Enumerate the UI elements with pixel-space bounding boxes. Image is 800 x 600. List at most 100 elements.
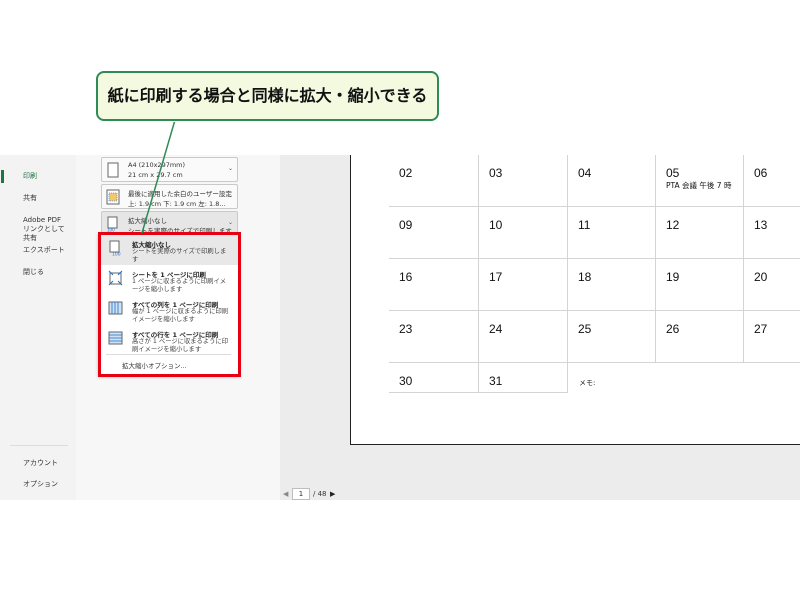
- page-number-input[interactable]: 1: [292, 488, 310, 500]
- calendar-cell: 11: [568, 207, 656, 259]
- chevron-down-icon: ⌄: [227, 219, 233, 226]
- scaling-option-no-scaling[interactable]: 100 拡大縮小なし シートを実際のサイズで印刷します: [98, 235, 239, 265]
- chevron-down-icon: ⌄: [227, 165, 233, 172]
- calendar-day-number: 13: [754, 218, 768, 232]
- calendar-cell: 02: [389, 155, 479, 207]
- nav-item-label: エクスポート: [23, 246, 65, 254]
- scaling-label: 拡大縮小なし: [128, 217, 167, 225]
- calendar-cell: 30: [389, 363, 479, 393]
- page-total: / 48: [313, 490, 327, 498]
- calendar-event-note: PTA 会議 午後 7 時: [666, 181, 732, 190]
- calendar-cell: 16: [389, 259, 479, 311]
- nav-item-print[interactable]: 印刷: [0, 170, 76, 183]
- nav-item-label: 印刷: [23, 172, 37, 180]
- scale-100-icon: 100: [107, 216, 118, 233]
- callout-box: 紙に印刷する場合と同様に拡大・縮小できる: [96, 71, 439, 121]
- calendar-day-number: 31: [489, 374, 503, 388]
- calendar-day-number: 10: [489, 218, 503, 232]
- callout-text: 紙に印刷する場合と同様に拡大・縮小できる: [107, 86, 428, 105]
- calendar-day-number: 23: [399, 322, 413, 336]
- calendar-cell: 06: [744, 155, 800, 207]
- calendar-day-number: 18: [578, 270, 592, 284]
- paper-size-detail: 21 cm x 29.7 cm: [128, 171, 183, 179]
- calendar-day-number: 26: [666, 322, 680, 336]
- calendar-cell: 18: [568, 259, 656, 311]
- calendar-cell: 12: [656, 207, 744, 259]
- svg-text:100: 100: [107, 228, 115, 233]
- calendar-cell: 24: [479, 311, 568, 363]
- svg-text:100: 100: [112, 252, 121, 257]
- backstage-nav: 印刷 共有 Adobe PDF リンクとして共有 エクスポート 閉じる アカウン…: [0, 155, 76, 500]
- calendar-day-number: 09: [399, 218, 413, 232]
- margins-label: 最後に適用した余白のユーザー設定: [128, 190, 232, 198]
- scaling-option-fit-rows[interactable]: すべての行を 1 ページに印刷 高さが 1 ページに収まるように印刷イメージを縮…: [98, 325, 239, 355]
- calendar-cell: 09: [389, 207, 479, 259]
- scale-100-icon: 100: [109, 240, 121, 257]
- preview-page: 02 03 04 05 PTA 会議 午後 7 時 06 09 10 11 12 13 16 17 18 1…: [350, 155, 800, 445]
- nav-item-share[interactable]: 共有: [0, 194, 76, 203]
- page-icon: [107, 162, 119, 178]
- calendar-cell: 13: [744, 207, 800, 259]
- paper-size-label: A4 (210x297mm): [128, 161, 186, 169]
- scaling-option-fit-columns[interactable]: すべての列を 1 ページに印刷 幅が 1 ページに収まるように印刷イメージを縮小…: [98, 295, 239, 325]
- option-description: シートを実際のサイズで印刷します: [132, 248, 227, 263]
- calendar-day-number: 30: [399, 374, 413, 388]
- calendar-day-number: 25: [578, 322, 592, 336]
- calendar-cell: 27: [744, 311, 800, 363]
- calendar-cell: 19: [656, 259, 744, 311]
- calendar-day-number: 06: [754, 166, 768, 180]
- calendar-cell: 17: [479, 259, 568, 311]
- margins-select[interactable]: 最後に適用した余白のユーザー設定 上: 1.9 cm 下: 1.9 cm 左: …: [101, 184, 238, 209]
- nav-item-label: Adobe PDF リンクとして共有: [23, 216, 65, 242]
- scaling-options-link[interactable]: 拡大縮小オプション...: [122, 360, 187, 370]
- scaling-option-fit-sheet[interactable]: シートを 1 ページに印刷 1 ページに収まるように印刷イメージを縮小します: [98, 265, 239, 295]
- nav-item-label: オプション: [23, 480, 58, 488]
- calendar-cell: 31: [479, 363, 568, 393]
- calendar-cell: 03: [479, 155, 568, 207]
- calendar-day-number: 03: [489, 166, 503, 180]
- margins-icon: [106, 189, 120, 205]
- nav-item-label: 閉じる: [23, 268, 44, 276]
- fit-columns-icon: [108, 301, 123, 315]
- nav-item-adobe-pdf-link[interactable]: Adobe PDF リンクとして共有: [0, 216, 70, 243]
- calendar-cell: 10: [479, 207, 568, 259]
- option-description: 高さが 1 ページに収まるように印刷イメージを縮小します: [132, 338, 229, 353]
- calendar-day-number: 20: [754, 270, 768, 284]
- scaling-dropdown-menu: 100 拡大縮小なし シートを実際のサイズで印刷します シートを 1 ページに印…: [98, 233, 239, 376]
- prev-arrow-icon[interactable]: ◀: [283, 490, 288, 498]
- nav-item-account[interactable]: アカウント: [0, 459, 76, 468]
- margins-detail: 上: 1.9 cm 下: 1.9 cm 左: 1.8...: [128, 200, 226, 208]
- option-description: 幅が 1 ページに収まるように印刷イメージを縮小します: [132, 308, 229, 323]
- nav-item-export[interactable]: エクスポート: [0, 246, 76, 255]
- calendar-day-number: 04: [578, 166, 592, 180]
- memo-label: メモ:: [579, 379, 596, 387]
- next-arrow-icon[interactable]: ▶: [330, 490, 335, 498]
- fit-rows-icon: [108, 331, 123, 345]
- nav-item-label: 共有: [23, 194, 37, 202]
- nav-item-options[interactable]: オプション: [0, 480, 76, 489]
- nav-item-close[interactable]: 閉じる: [0, 268, 76, 277]
- calendar-cell: 20: [744, 259, 800, 311]
- menu-divider: [106, 354, 231, 355]
- nav-divider: [10, 445, 68, 446]
- option-description: 1 ページに収まるように印刷イメージを縮小します: [132, 278, 227, 293]
- print-preview-area: 02 03 04 05 PTA 会議 午後 7 時 06 09 10 11 12 13 16 17 18 1…: [280, 155, 800, 500]
- fit-sheet-icon: [108, 270, 123, 286]
- calendar-day-number: 17: [489, 270, 503, 284]
- calendar-cell: 04: [568, 155, 656, 207]
- calendar-day-number: 11: [578, 218, 591, 232]
- calendar-cell: 26: [656, 311, 744, 363]
- calendar-day-number: 05: [666, 166, 680, 180]
- calendar-cell: 23: [389, 311, 479, 363]
- calendar-cell: 25: [568, 311, 656, 363]
- paper-size-select[interactable]: A4 (210x297mm) 21 cm x 29.7 cm ⌄: [101, 157, 238, 182]
- calendar-day-number: 02: [399, 166, 413, 180]
- nav-item-label: アカウント: [23, 459, 58, 467]
- calendar-cell: 05 PTA 会議 午後 7 時: [656, 155, 744, 207]
- calendar-day-number: 24: [489, 322, 503, 336]
- chevron-down-icon: ⌄: [227, 192, 233, 199]
- calendar-day-number: 27: [754, 322, 768, 336]
- calendar-day-number: 16: [399, 270, 413, 284]
- calendar-day-number: 12: [666, 218, 680, 232]
- calendar-day-number: 19: [666, 270, 680, 284]
